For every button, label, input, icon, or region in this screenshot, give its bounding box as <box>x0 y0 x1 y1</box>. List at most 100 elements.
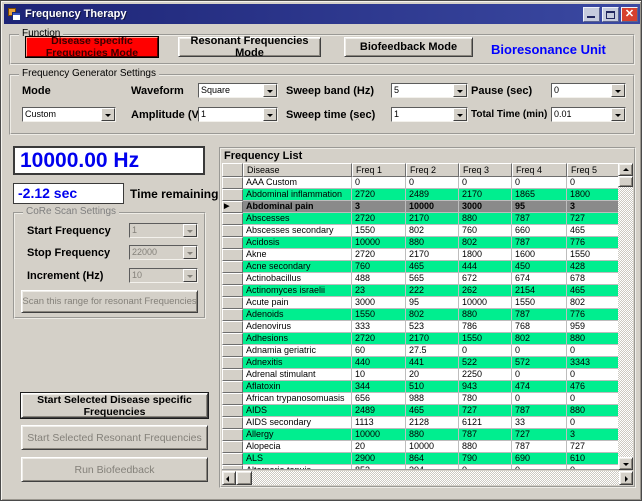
amplitude-select[interactable]: 1 <box>198 107 278 122</box>
freq-cell[interactable]: 0 <box>459 177 512 189</box>
disease-mode-button[interactable]: Disease specific Frequencies Mode <box>26 37 158 57</box>
table-row[interactable]: Acute pain300095100001550802 <box>222 297 619 309</box>
freq-cell[interactable]: 3 <box>352 201 406 213</box>
disease-cell[interactable]: Aflatoxin <box>243 381 352 393</box>
row-selector[interactable] <box>222 225 243 237</box>
column-header-freq2[interactable]: Freq 2 <box>406 163 459 177</box>
freq-cell[interactable]: 660 <box>512 225 567 237</box>
table-row[interactable]: ALS2900864790690610 <box>222 453 619 465</box>
freq-cell[interactable]: 787 <box>512 405 567 417</box>
freq-cell[interactable]: 476 <box>567 381 619 393</box>
freq-cell[interactable]: 776 <box>567 309 619 321</box>
row-selector[interactable] <box>222 213 243 225</box>
disease-cell[interactable]: Acidosis <box>243 237 352 249</box>
freq-cell[interactable]: 768 <box>512 321 567 333</box>
freq-cell[interactable]: 465 <box>567 225 619 237</box>
row-selector[interactable] <box>222 189 243 201</box>
freq-cell[interactable]: 3343 <box>567 357 619 369</box>
row-selector[interactable] <box>222 441 243 453</box>
freq-cell[interactable]: 2720 <box>352 333 406 345</box>
freq-cell[interactable]: 344 <box>352 381 406 393</box>
table-row[interactable]: Abscesses secondary1550802760660465 <box>222 225 619 237</box>
table-row[interactable]: Acne secondary760465444450428 <box>222 261 619 273</box>
row-selector[interactable] <box>222 381 243 393</box>
freq-cell[interactable]: 880 <box>459 309 512 321</box>
freq-cell[interactable]: 802 <box>406 225 459 237</box>
freq-cell[interactable]: 27.5 <box>406 345 459 357</box>
start-disease-frequencies-button[interactable]: Start Selected Disease specific Frequenc… <box>21 393 208 418</box>
freq-cell[interactable]: 3000 <box>459 201 512 213</box>
freq-cell[interactable]: 880 <box>459 441 512 453</box>
freq-cell[interactable]: 656 <box>352 393 406 405</box>
freq-cell[interactable]: 880 <box>567 333 619 345</box>
disease-cell[interactable]: Actinobacillus <box>243 273 352 285</box>
freq-cell[interactable]: 428 <box>567 261 619 273</box>
freq-cell[interactable]: 787 <box>459 429 512 441</box>
freq-cell[interactable]: 10000 <box>459 297 512 309</box>
freq-cell[interactable]: 727 <box>512 429 567 441</box>
disease-cell[interactable]: AAA Custom <box>243 177 352 189</box>
freq-cell[interactable]: 565 <box>406 273 459 285</box>
freq-cell[interactable]: 0 <box>352 177 406 189</box>
freq-cell[interactable]: 802 <box>406 309 459 321</box>
biofeedback-mode-button[interactable]: Biofeedback Mode <box>344 37 473 57</box>
table-row[interactable]: AIDS secondary111321286121330 <box>222 417 619 429</box>
freq-cell[interactable]: 2154 <box>512 285 567 297</box>
freq-cell[interactable]: 440 <box>352 357 406 369</box>
table-row[interactable]: Alopecia2010000880787727 <box>222 441 619 453</box>
freq-cell[interactable]: 60 <box>352 345 406 357</box>
sweep-band-select[interactable]: 5 <box>391 83 468 98</box>
freq-cell[interactable]: 780 <box>459 393 512 405</box>
chevron-down-icon[interactable] <box>263 108 277 121</box>
table-row[interactable]: AIDS2489465727787880 <box>222 405 619 417</box>
freq-cell[interactable]: 988 <box>406 393 459 405</box>
disease-cell[interactable]: Abdominal inflammation <box>243 189 352 201</box>
scroll-left-button[interactable] <box>222 471 236 485</box>
freq-cell[interactable]: 441 <box>406 357 459 369</box>
freq-cell[interactable]: 465 <box>406 405 459 417</box>
table-row[interactable]: African trypanosomuasis65698878000 <box>222 393 619 405</box>
freq-cell[interactable]: 802 <box>512 333 567 345</box>
freq-cell[interactable]: 20 <box>352 441 406 453</box>
freq-cell[interactable]: 444 <box>459 261 512 273</box>
disease-cell[interactable]: Alternaria tenuis <box>243 465 352 470</box>
row-selector[interactable] <box>222 453 243 465</box>
column-header-freq3[interactable]: Freq 3 <box>459 163 512 177</box>
row-selector[interactable] <box>222 393 243 405</box>
freq-cell[interactable]: 690 <box>512 453 567 465</box>
freq-cell[interactable]: 0 <box>567 393 619 405</box>
freq-cell[interactable]: 853 <box>352 465 406 470</box>
disease-cell[interactable]: Abscesses <box>243 213 352 225</box>
freq-cell[interactable]: 333 <box>352 321 406 333</box>
freq-cell[interactable]: 1600 <box>512 249 567 261</box>
row-selector[interactable] <box>222 333 243 345</box>
horizontal-scroll-thumb[interactable] <box>236 471 252 485</box>
freq-cell[interactable]: 6121 <box>459 417 512 429</box>
disease-cell[interactable]: Abscesses secondary <box>243 225 352 237</box>
freq-cell[interactable]: 727 <box>459 405 512 417</box>
freq-cell[interactable]: 760 <box>352 261 406 273</box>
freq-cell[interactable]: 450 <box>512 261 567 273</box>
vertical-scrollbar[interactable] <box>618 163 633 470</box>
freq-cell[interactable]: 33 <box>512 417 567 429</box>
freq-cell[interactable]: 510 <box>406 381 459 393</box>
freq-cell[interactable]: 10000 <box>352 429 406 441</box>
vertical-scroll-thumb[interactable] <box>618 176 633 187</box>
row-selector[interactable] <box>222 369 243 381</box>
freq-cell[interactable]: 0 <box>512 393 567 405</box>
freq-cell[interactable]: 787 <box>512 213 567 225</box>
freq-cell[interactable]: 522 <box>459 357 512 369</box>
freq-cell[interactable]: 2170 <box>406 213 459 225</box>
chevron-down-icon[interactable] <box>453 108 467 121</box>
table-row[interactable]: Allergy100008807877273 <box>222 429 619 441</box>
maximize-button[interactable] <box>602 7 619 22</box>
freq-cell[interactable]: 2720 <box>352 213 406 225</box>
freq-cell[interactable]: 2170 <box>406 249 459 261</box>
freq-cell[interactable]: 864 <box>406 453 459 465</box>
freq-cell[interactable]: 2720 <box>352 249 406 261</box>
waveform-select[interactable]: Square <box>198 83 278 98</box>
chevron-down-icon[interactable] <box>453 84 467 97</box>
freq-cell[interactable]: 672 <box>459 273 512 285</box>
freq-cell[interactable]: 95 <box>512 201 567 213</box>
freq-cell[interactable]: 10000 <box>406 201 459 213</box>
